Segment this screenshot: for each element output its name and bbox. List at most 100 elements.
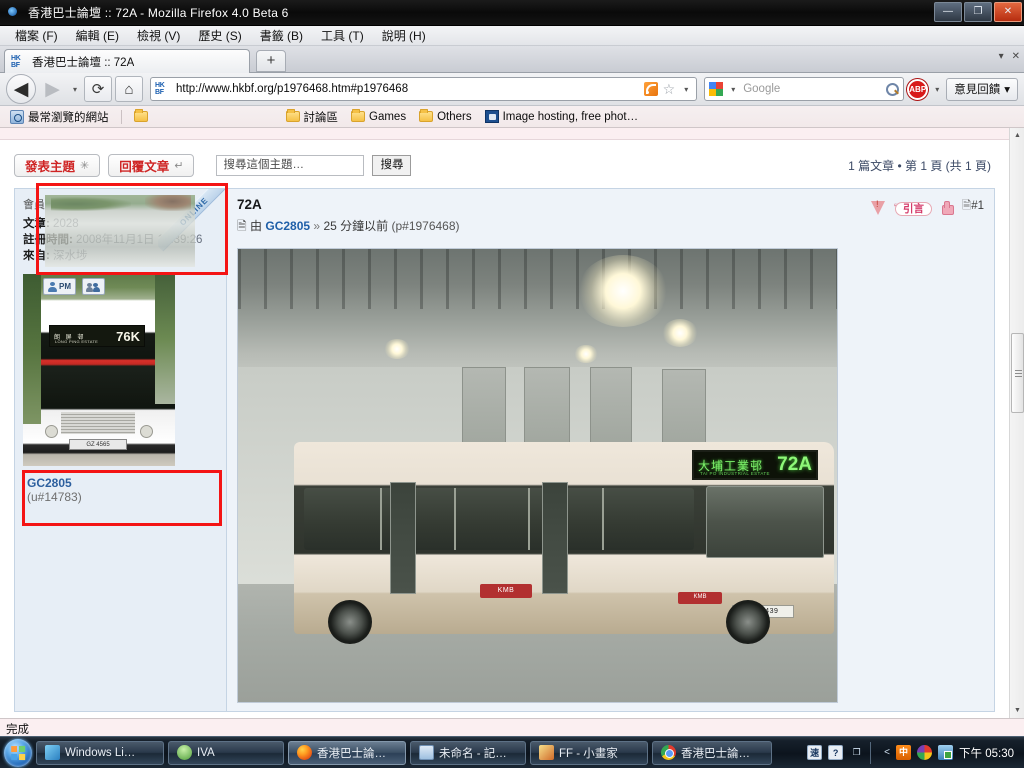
folder-icon xyxy=(285,109,300,122)
bookmark-label: 討論區 xyxy=(303,111,339,124)
navigation-toolbar: ◀ ▶ ▾ ⟳ ⌂ HK BF http://www.hkbf.org/p1976… xyxy=(0,73,1024,106)
post-number-icon: 🗎 xyxy=(961,200,972,212)
post-by-label: 由 xyxy=(250,219,263,233)
post-meta-separator: » xyxy=(313,219,321,233)
post-attached-image[interactable]: 大埔工業邨 TAI PO INDUSTRIAL ESTATE 72A KMB K… xyxy=(237,248,838,703)
vertical-scrollbar[interactable]: ▲ ▼ xyxy=(1009,128,1024,718)
tray-divider xyxy=(870,741,878,764)
taskbar-item-iva[interactable]: IVA xyxy=(168,740,284,765)
search-topic-button[interactable]: 搜尋 xyxy=(372,155,412,176)
bookmark-dropdown-icon[interactable]: ▾ xyxy=(680,77,692,102)
quote-button-group[interactable]: “引言 xyxy=(894,199,932,217)
bookmark-star-icon[interactable]: ☆ xyxy=(663,81,676,98)
start-button[interactable] xyxy=(4,738,32,767)
taskbar-item-firefox-hkbf[interactable]: 香港巴士論… xyxy=(288,740,406,765)
folder-icon xyxy=(133,109,148,122)
bus-door-front xyxy=(390,482,416,594)
bookmark-image-hosting[interactable]: Image hosting, free phot… xyxy=(480,109,644,124)
reload-button[interactable]: ⟳ xyxy=(84,76,112,102)
rss-icon[interactable] xyxy=(643,82,658,96)
bookmark-folder-forums[interactable]: 討論區 xyxy=(281,108,344,126)
menu-edit[interactable]: 編輯 (E) xyxy=(67,25,128,46)
bookmark-folder-unnamed[interactable] xyxy=(129,109,157,123)
report-icon[interactable] xyxy=(870,199,886,215)
network-icon[interactable] xyxy=(938,745,954,760)
notepad-icon xyxy=(419,745,434,760)
bus-dest-en: TAI PO INDUSTRIAL ESTATE xyxy=(700,471,770,476)
scroll-up-arrow[interactable]: ▲ xyxy=(1010,128,1024,143)
bus-windscreen xyxy=(706,486,824,558)
adblock-plus-icon[interactable]: ABP xyxy=(907,78,929,100)
home-button[interactable]: ⌂ xyxy=(115,76,143,102)
taskbar-item-paint[interactable]: FF - 小畫家 xyxy=(530,740,648,765)
search-topic-input[interactable]: 搜尋這個主題… xyxy=(216,155,365,176)
taskbar-item-notepad[interactable]: 未命名 - 記… xyxy=(410,740,526,765)
taskbar-label: FF - 小畫家 xyxy=(559,747,618,760)
clock[interactable]: 下午 05:30 xyxy=(959,745,1014,761)
pm-button[interactable]: PM xyxy=(43,278,76,295)
menu-bookmarks[interactable]: 書籤 (B) xyxy=(251,25,312,46)
taskbar-item-chrome-hkbf[interactable]: 香港巴士論… xyxy=(652,740,772,765)
close-button[interactable]: ✕ xyxy=(994,2,1022,22)
feedback-button[interactable]: 意見回饋 ▾ xyxy=(946,77,1018,101)
search-bar[interactable]: ▾ Google xyxy=(704,77,905,102)
search-icon[interactable] xyxy=(886,82,900,96)
back-button[interactable]: ◀ xyxy=(6,74,36,104)
minimize-button[interactable]: — xyxy=(934,2,962,22)
new-topic-button[interactable]: 發表主題 ✳ xyxy=(14,154,101,177)
image-light-2 xyxy=(662,319,698,347)
author-username[interactable]: GC2805 xyxy=(27,476,214,490)
adblock-dropdown-icon[interactable]: ▾ xyxy=(931,77,943,102)
ime-help-icon[interactable]: ? xyxy=(828,745,844,760)
tab-hkbf-72a[interactable]: HK BF 香港巴士論壇 :: 72A xyxy=(4,49,250,73)
menu-file[interactable]: 檔案 (F) xyxy=(6,25,67,46)
bus-wheel-rear xyxy=(328,600,372,644)
google-icon xyxy=(709,82,724,96)
bookmark-folder-games[interactable]: Games xyxy=(346,109,411,124)
scroll-down-arrow[interactable]: ▼ xyxy=(1010,703,1024,718)
image-light-4 xyxy=(574,345,598,363)
post-actions: “引言 🗎#1 xyxy=(870,197,984,217)
list-all-tabs-icon[interactable]: ▾ xyxy=(999,51,1004,62)
post-body-panel: 72A 🗎 由 GC2805 » 25 分鐘以前 (p#1976468) ! 引… xyxy=(226,188,995,712)
history-dropdown-icon[interactable]: ▾ xyxy=(69,77,81,102)
menu-tools[interactable]: 工具 (T) xyxy=(312,25,373,46)
post-author-panel: ONLINE 會員 文章: 2028 註冊時間: 2008年11月1日 14:3… xyxy=(14,188,226,712)
menu-history[interactable]: 歷史 (S) xyxy=(189,25,250,46)
thumbs-up-icon[interactable] xyxy=(940,200,954,215)
avatar: 朗 屏 邨 LONG PING ESTATE 76K GZ 4565 xyxy=(23,274,175,466)
scrollbar-thumb[interactable] xyxy=(1011,333,1024,413)
taskbar-item-windows-live[interactable]: Windows Li… xyxy=(36,740,164,765)
buddy-button[interactable] xyxy=(82,278,105,295)
bookmark-label: Image hosting, free phot… xyxy=(502,110,639,123)
title-bar: 香港巴士論壇 :: 72A - Mozilla Firefox 4.0 Beta… xyxy=(0,0,1024,26)
menu-view[interactable]: 檢視 (V) xyxy=(128,25,189,46)
quote-button[interactable]: 引言 xyxy=(894,201,932,216)
avatar-grille xyxy=(61,412,135,434)
profile-overlay-photo xyxy=(45,195,195,267)
menu-help[interactable]: 說明 (H) xyxy=(373,25,435,46)
tray-app-icon[interactable] xyxy=(917,745,933,760)
folder-icon xyxy=(419,109,434,122)
reply-button[interactable]: 回覆文章 ↵ xyxy=(108,154,195,177)
bus-operator-logo: KMB xyxy=(480,584,532,598)
address-bar[interactable]: HK BF http://www.hkbf.org/p1976468.htm#p1… xyxy=(150,77,698,102)
search-engine-dropdown-icon[interactable]: ▾ xyxy=(727,77,739,102)
bookmark-separator xyxy=(120,109,122,124)
ime-restore-icon[interactable]: ❐ xyxy=(849,745,864,760)
site-identity-icon: HK BF xyxy=(155,82,165,96)
bookmark-folder-others[interactable]: Others xyxy=(414,109,477,124)
close-tab-icon[interactable]: ✕ xyxy=(1012,51,1020,62)
ime-fast-icon[interactable]: 速 xyxy=(807,745,823,760)
search-input[interactable]: Google xyxy=(743,83,882,95)
feedback-dropdown-icon: ▾ xyxy=(1004,84,1010,96)
taskbar: Windows Li… IVA 香港巴士論… 未命名 - 記… FF - 小畫家… xyxy=(0,736,1024,768)
page-top-band xyxy=(0,128,1009,140)
new-tab-button[interactable]: + xyxy=(256,50,286,72)
maximize-button[interactable]: ❐ xyxy=(964,2,992,22)
post-author-link[interactable]: GC2805 xyxy=(265,219,310,233)
show-hidden-icons-button[interactable]: < xyxy=(884,747,890,758)
forward-button[interactable]: ▶ xyxy=(39,77,66,102)
bookmark-most-visited[interactable]: 最常瀏覽的網站 xyxy=(5,108,114,126)
tray-ime-indicator-icon[interactable]: 中 xyxy=(896,745,912,760)
